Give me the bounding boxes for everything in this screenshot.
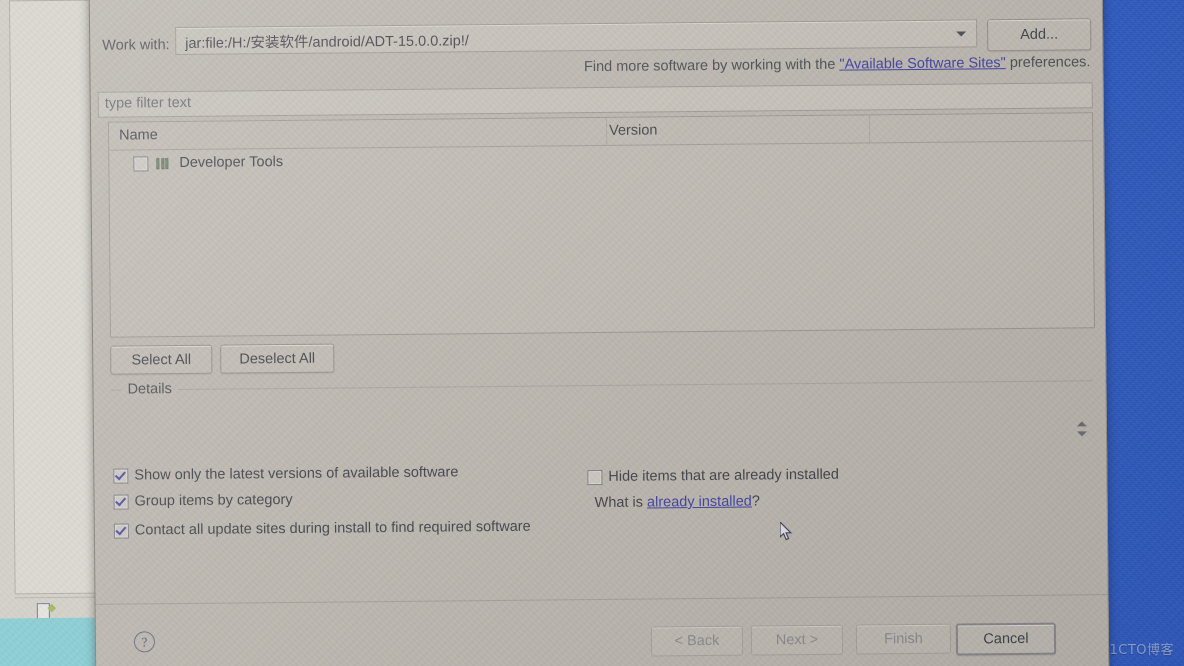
package-icon <box>156 157 171 170</box>
install-wizard-dialog: Work with: jar:file:/H:/安装软件/android/ADT… <box>88 0 1110 666</box>
option-label-show-latest-versions: Show only the latest versions of availab… <box>134 464 459 484</box>
option-label-hide-already-installed: Hide items that are already installed <box>608 466 839 485</box>
option-hide-already-installed[interactable]: Hide items that are already installed <box>587 467 839 485</box>
chevron-down-icon[interactable] <box>956 31 967 37</box>
option-label-group-items-by-category: Group items by category <box>134 491 293 510</box>
work-with-value: jar:file:/H:/安装软件/android/ADT-15.0.0.zip… <box>185 33 469 52</box>
finish-button[interactable]: Finish <box>855 623 952 655</box>
option-label-contact-all-update-sites: Contact all update sites during install … <box>134 518 531 539</box>
option-show-latest-versions[interactable]: Show only the latest versions of availab… <box>113 464 458 483</box>
option-group-items-by-category[interactable]: Group items by category <box>113 491 293 510</box>
work-with-combobox[interactable]: jar:file:/H:/安装软件/android/ADT-15.0.0.zip… <box>175 19 978 56</box>
back-button[interactable]: < Back <box>650 625 744 657</box>
screenshot-root: @51CTO博客 Work with: jar:file:/H:/安装软件/an… <box>0 0 1184 666</box>
checkbox-group-items-by-category[interactable] <box>113 494 129 510</box>
deselect-all-button[interactable]: Deselect All <box>220 343 335 374</box>
details-panel <box>111 381 1095 452</box>
option-contact-all-update-sites[interactable]: Contact all update sites during install … <box>113 518 531 539</box>
column-header-version[interactable]: Version <box>609 122 658 138</box>
column-header-name[interactable]: Name <box>119 127 158 143</box>
row-label-developer-tools: Developer Tools <box>179 154 284 172</box>
help-icon[interactable]: ? <box>133 631 156 653</box>
what-is-prefix: What is <box>594 494 648 512</box>
status-indicator-icon <box>36 603 50 620</box>
work-with-label: Work with: <box>102 37 170 54</box>
checkbox-show-latest-versions[interactable] <box>113 468 129 484</box>
already-installed-link[interactable]: already installed <box>647 494 752 511</box>
triangle-up-icon[interactable] <box>1076 421 1087 427</box>
software-tree[interactable]: Name Version Developer Tools <box>107 112 1095 338</box>
dialog-body: Work with: jar:file:/H:/安装软件/android/ADT… <box>90 0 1109 666</box>
find-more-suffix: preferences. <box>1005 54 1091 72</box>
select-all-button[interactable]: Select All <box>110 344 213 375</box>
row-checkbox-developer-tools[interactable] <box>133 155 149 171</box>
details-scroll-spinner[interactable] <box>1076 419 1088 441</box>
checkbox-contact-all-update-sites[interactable] <box>113 523 129 539</box>
cancel-button[interactable]: Cancel <box>955 622 1057 656</box>
find-more-prefix: Find more software by working with the <box>583 56 840 76</box>
footer-separator <box>95 594 1108 605</box>
checkbox-hide-already-installed[interactable] <box>587 469 603 485</box>
available-software-sites-link[interactable]: "Available Software Sites" <box>839 55 1006 73</box>
add-site-button[interactable]: Add... <box>987 18 1092 52</box>
next-button[interactable]: Next > <box>750 624 844 656</box>
filter-input[interactable]: type filter text <box>97 82 1093 118</box>
column-divider-2[interactable] <box>868 115 871 143</box>
what-is-already-installed-text: What is already installed? <box>595 493 760 511</box>
filter-placeholder: type filter text <box>104 94 192 112</box>
mouse-cursor <box>779 520 794 542</box>
find-more-software-text: Find more software by working with the "… <box>584 54 1091 75</box>
column-divider-1[interactable] <box>605 117 608 145</box>
what-is-suffix: ? <box>751 493 760 510</box>
triangle-down-icon[interactable] <box>1076 431 1088 437</box>
